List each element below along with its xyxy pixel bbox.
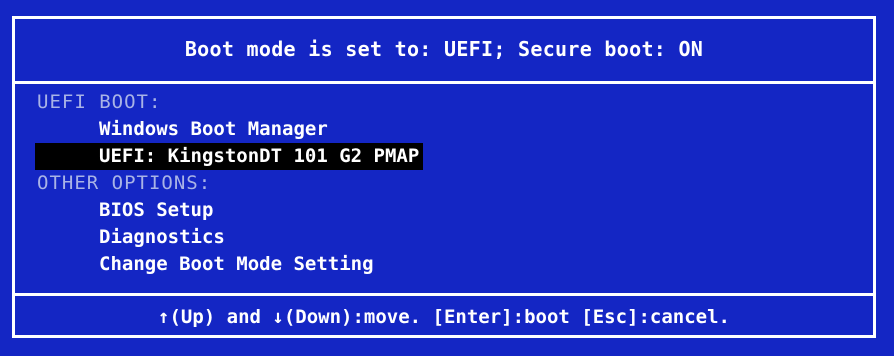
section-label-uefi-boot: UEFI BOOT:: [37, 91, 162, 113]
menu-item-windows-boot-manager[interactable]: Windows Boot Manager: [99, 116, 328, 143]
header-divider: [15, 81, 873, 84]
key-help-footer: ↑(Up) and ↓(Down):move. [Enter]:boot [Es…: [158, 306, 730, 328]
section-label-other-options: OTHER OPTIONS:: [37, 172, 212, 194]
boot-mode-header: Boot mode is set to: UEFI; Secure boot: …: [184, 37, 704, 61]
boot-menu-frame: Boot mode is set to: UEFI; Secure boot: …: [12, 16, 876, 338]
boot-menu-screen: Boot mode is set to: UEFI; Secure boot: …: [0, 0, 894, 356]
menu-item-change-boot-mode-setting[interactable]: Change Boot Mode Setting: [99, 251, 374, 278]
footer-divider: [15, 293, 873, 296]
menu-item-bios-setup[interactable]: BIOS Setup: [99, 197, 213, 224]
menu-item-uefi-kingston-usb[interactable]: UEFI: KingstonDT 101 G2 PMAP: [35, 143, 424, 170]
menu-item-diagnostics[interactable]: Diagnostics: [99, 224, 225, 251]
